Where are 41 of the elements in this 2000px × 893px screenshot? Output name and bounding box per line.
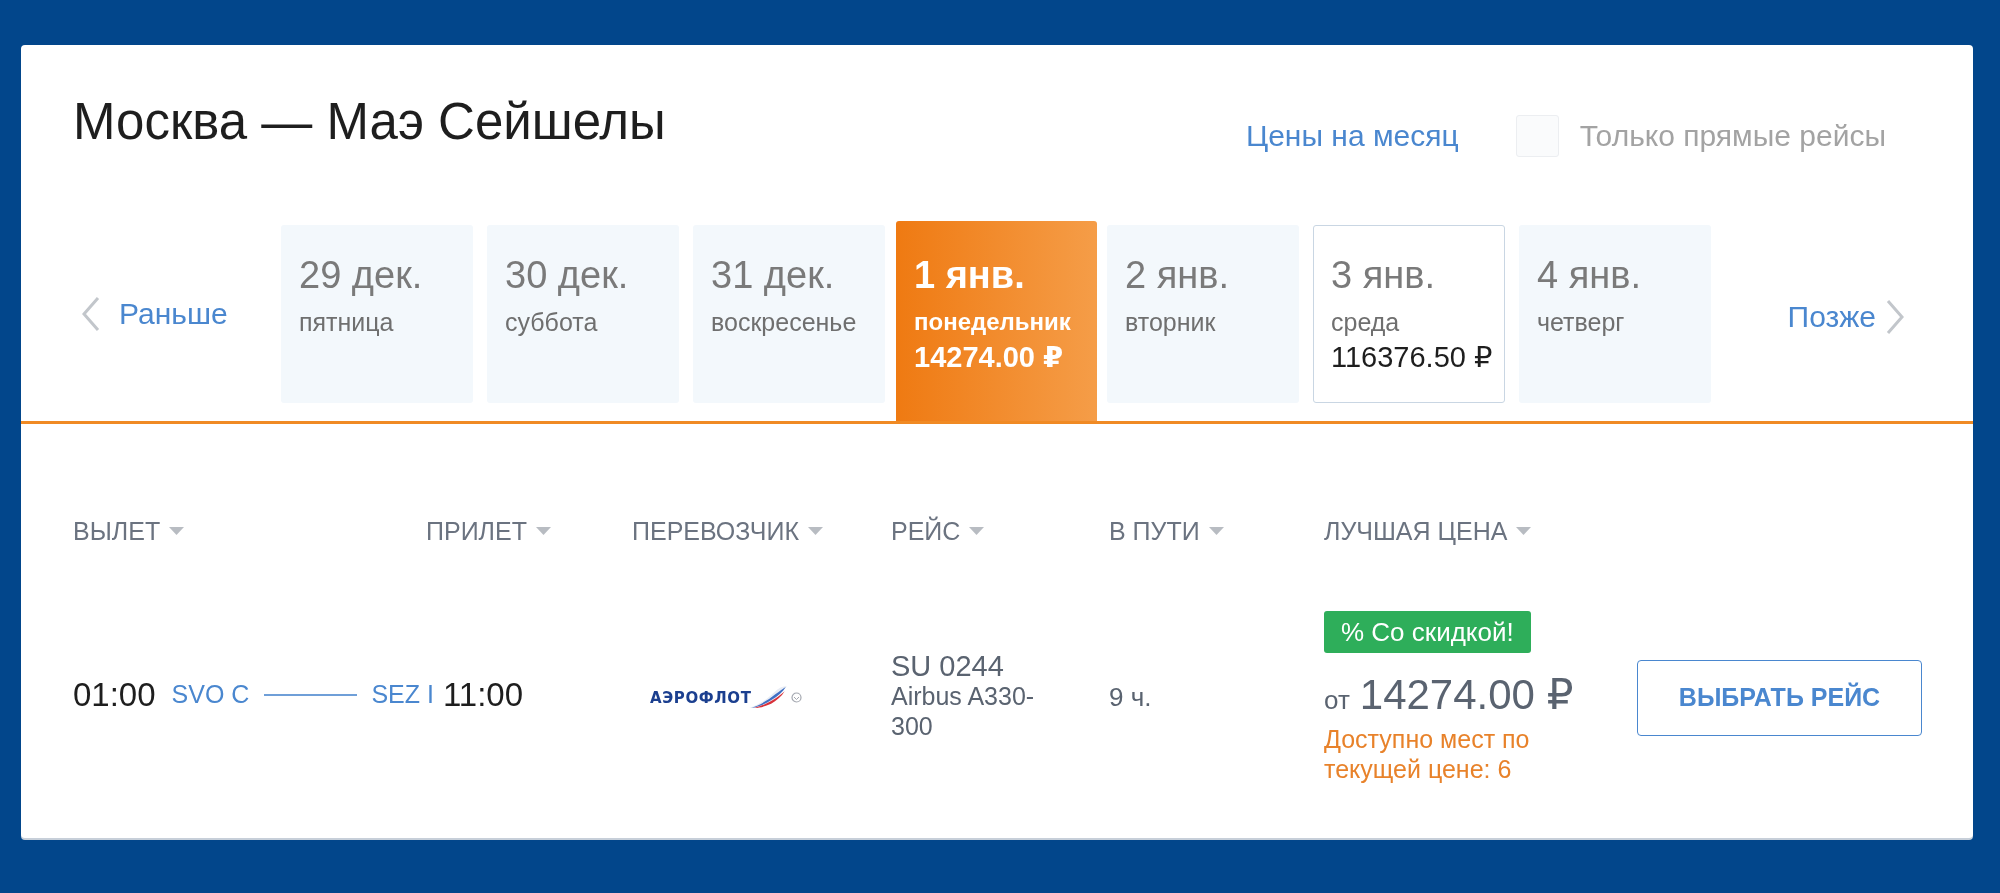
aircraft-type: Airbus A330-300 — [891, 680, 1036, 741]
sort-caret-icon — [535, 527, 551, 535]
column-header[interactable]: РЕЙС — [891, 516, 985, 546]
select-flight-button[interactable]: ВЫБРАТЬ РЕЙС — [1637, 659, 1922, 736]
flight-number: SU 0244 — [891, 650, 1004, 681]
route-title: Москва — Маэ Сейшелы — [73, 93, 667, 151]
date-tab[interactable]: 30 дек. суббота — [487, 225, 679, 403]
date-tab[interactable]: 31 дек. воскресенье — [693, 225, 885, 403]
price-prefix: от — [1324, 684, 1350, 717]
later-button[interactable]: Позже — [1725, 225, 1905, 403]
column-header[interactable]: ЛУЧШАЯ ЦЕНА — [1324, 516, 1532, 546]
chevron-right-icon — [1885, 299, 1905, 335]
direct-only-label: Только прямые рейсы — [1579, 119, 1886, 153]
flight-price: 14274.00 ₽ — [1359, 671, 1574, 719]
origin-airport: SVO C — [171, 680, 250, 709]
earlier-button[interactable]: Раньше — [73, 225, 267, 403]
month-prices-link[interactable]: Цены на месяц — [1245, 119, 1459, 153]
emblem-icon — [791, 692, 803, 703]
date-tab[interactable]: 1 янв. понедельник 14274.00 ₽ — [896, 221, 1097, 421]
flag-wing-icon — [749, 686, 788, 709]
date-tab[interactable]: 29 дек. пятница — [281, 225, 473, 403]
sort-caret-icon — [1516, 527, 1532, 535]
destination-airport: SEZ I — [371, 680, 434, 709]
sort-caret-icon — [808, 527, 824, 535]
airline-logo-text: АЭРОФЛОТ — [650, 688, 752, 707]
column-header[interactable]: ВЫЛЕТ — [73, 516, 185, 546]
sort-caret-icon — [1208, 527, 1224, 535]
column-header[interactable]: В ПУТИ — [1109, 516, 1224, 546]
seats-note: Доступно мест по текущей цене: 6 — [1324, 724, 1531, 784]
column-header[interactable]: ПРИЛЕТ — [426, 516, 551, 546]
chevron-left-icon — [81, 296, 101, 332]
discount-badge: % Со скидкой! — [1324, 611, 1531, 653]
date-tab[interactable]: 4 янв. четверг — [1519, 225, 1711, 403]
flight-duration: 9 ч. — [1109, 682, 1152, 713]
column-header[interactable]: ПЕРЕВОЗЧИК — [632, 516, 824, 546]
date-tab[interactable]: 2 янв. вторник — [1107, 225, 1299, 403]
sort-caret-icon — [169, 527, 185, 535]
sort-caret-icon — [969, 527, 985, 535]
date-tab[interactable]: 3 янв. среда 116376.50 ₽ — [1313, 225, 1505, 403]
arrival-time: 11:00 — [442, 675, 524, 714]
departure-time: 01:00 — [73, 675, 156, 714]
